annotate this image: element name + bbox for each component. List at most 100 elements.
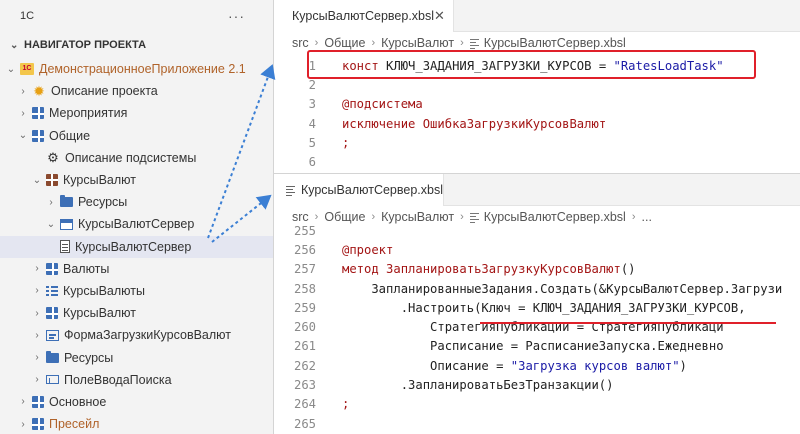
- line-number: 4: [308, 116, 316, 131]
- code-text: .ЗапланироватьБезТранзакции(): [316, 378, 614, 392]
- line-number: 262: [293, 358, 316, 373]
- breadcrumb-item[interactable]: КурсыВалютСервер.xbsl: [484, 36, 626, 50]
- tree-item-currencies[interactable]: › Валюты: [0, 258, 273, 280]
- chevron-right-icon[interactable]: ›: [16, 396, 30, 407]
- tree-item-events[interactable]: › Мероприятия: [0, 102, 273, 124]
- code-line[interactable]: 259 .Настроить(Ключ = КЛЮЧ_ЗАДАНИЯ_ЗАГРУ…: [274, 298, 800, 317]
- sidebar-title: 1С: [20, 10, 35, 22]
- code-line[interactable]: 4 исключение ОшибкаЗагрузкиКурсовВалют: [274, 114, 800, 133]
- breadcrumb-item[interactable]: КурсыВалют: [381, 36, 454, 50]
- close-icon[interactable]: ✕: [434, 8, 445, 24]
- tree-item-presale[interactable]: › Пресейл: [0, 413, 273, 434]
- tree-item-currency-rates-2[interactable]: › КурсыВалют: [0, 302, 273, 324]
- tab-label: КурсыВалютСервер.xbsl: [292, 9, 435, 23]
- tab-server-file[interactable]: КурсыВалютСервер.xbsl ✕: [274, 0, 454, 32]
- code-token: метод: [342, 262, 387, 277]
- chevron-right-icon[interactable]: ›: [44, 197, 58, 208]
- code-text: исключение ОшибкаЗагрузкиКурсовВалют: [316, 117, 606, 131]
- line-number: 265: [293, 416, 316, 431]
- chevron-right-icon[interactable]: ›: [30, 374, 44, 385]
- enum-icon: [46, 284, 58, 297]
- code-line[interactable]: 265: [274, 414, 800, 433]
- tab-server-file[interactable]: КурсыВалютСервер.xbsl: [274, 174, 444, 206]
- grid-icon: [32, 418, 44, 431]
- tree-item-project-description[interactable]: › ✹ Описание проекта: [0, 80, 273, 102]
- code-token: ЗапланированныеЗадания.Создать(&КурсыВал…: [342, 281, 783, 296]
- code-line[interactable]: 5;: [274, 133, 800, 152]
- tree-item-label: Описание проекта: [51, 84, 158, 99]
- more-actions-icon[interactable]: ···: [228, 8, 245, 24]
- tree-item-currency-rate-enum[interactable]: › КурсыВалюты: [0, 280, 273, 302]
- code-token: .ЗапланироватьБезТранзакции(): [342, 378, 614, 393]
- code-text: Расписание = РасписаниеЗапуска.Ежедневно: [316, 339, 724, 353]
- grid-icon: [46, 174, 58, 187]
- code-token: Описание =: [342, 358, 511, 373]
- tree-item-resources[interactable]: › Ресурсы: [0, 191, 273, 213]
- chevron-right-icon[interactable]: ›: [16, 86, 30, 97]
- code-line[interactable]: 258 ЗапланированныеЗадания.Создать(&Курс…: [274, 279, 800, 298]
- chevron-down-icon[interactable]: ⌄: [16, 130, 30, 141]
- tree-item-common[interactable]: ⌄ Общие: [0, 125, 273, 147]
- code-text: @проект: [316, 243, 393, 257]
- line-number: 5: [308, 135, 316, 150]
- chevron-down-icon[interactable]: ⌄: [30, 175, 44, 186]
- chevron-right-icon[interactable]: ›: [30, 330, 44, 341]
- chevron-right-icon[interactable]: ›: [30, 263, 44, 274]
- tree-item-project[interactable]: ⌄ 1С ДемонстрационноеПриложение 2.1: [0, 58, 273, 80]
- navigator-section-header[interactable]: ⌄ НАВИГАТОР ПРОЕКТА: [0, 32, 273, 58]
- chevron-right-icon[interactable]: ›: [30, 285, 44, 296]
- code-line[interactable]: 256 @проект: [274, 240, 800, 259]
- tree-item-main[interactable]: › Основное: [0, 391, 273, 413]
- chevron-right-icon[interactable]: ›: [30, 352, 44, 363]
- folder-icon: [60, 195, 73, 208]
- line-number: 264: [293, 397, 316, 412]
- code-token: (): [620, 262, 636, 277]
- code-line[interactable]: 260 СтратегияПубликации = СтратегияПубли…: [274, 317, 800, 336]
- code-line[interactable]: 3 @подсистема: [274, 95, 800, 114]
- form-icon: [46, 329, 59, 341]
- sidebar-header: 1С ···: [0, 0, 273, 32]
- module-icon: [60, 218, 73, 230]
- code-line[interactable]: 261 Расписание = РасписаниеЗапуска.Ежедн…: [274, 337, 800, 356]
- chevron-right-icon: ›: [314, 37, 319, 49]
- file-icon: [286, 184, 295, 196]
- tree-item-currency-rates[interactable]: ⌄ КурсыВалют: [0, 169, 273, 191]
- tree-item-server-module[interactable]: ⌄ КурсыВалютСервер: [0, 213, 273, 235]
- line-number: 2: [308, 77, 316, 92]
- breadcrumb-item[interactable]: Общие: [324, 36, 365, 50]
- chevron-right-icon: ›: [371, 37, 376, 49]
- tree-item-label: ФормаЗагрузкиКурсовВалют: [64, 328, 231, 343]
- code-line[interactable]: 262 Описание = "Загрузка курсов валют"): [274, 356, 800, 375]
- code-line[interactable]: 255: [274, 221, 800, 240]
- chevron-down-icon[interactable]: ⌄: [44, 219, 58, 230]
- code-line[interactable]: 6: [274, 152, 800, 171]
- code-line[interactable]: 264;: [274, 395, 800, 414]
- code-token: ОшибкаЗагрузкиКурсовВалют: [422, 116, 607, 131]
- tree-item-resources-root[interactable]: › Ресурсы: [0, 346, 273, 368]
- code-editor[interactable]: 255 256 @проект 257 метод ЗапланироватьЗагру…: [274, 221, 800, 433]
- code-line[interactable]: 263 .ЗапланироватьБезТранзакции(): [274, 375, 800, 394]
- tree-item-label: Описание подсистемы: [65, 150, 197, 165]
- tree-item-label: ПолеВводаПоиска: [64, 372, 172, 387]
- tree-item-search-field[interactable]: › ПолеВводаПоиска: [0, 369, 273, 391]
- line-number: 260: [293, 320, 316, 335]
- breadcrumb-item[interactable]: src: [292, 36, 309, 50]
- tree-item-server-file[interactable]: КурсыВалютСервер: [0, 235, 273, 258]
- tree-item-subsystem-description[interactable]: ⚙ Описание подсистемы: [0, 147, 273, 169]
- chevron-down-icon[interactable]: ⌄: [4, 64, 18, 75]
- file-icon: [60, 240, 70, 254]
- project-1c-icon: 1С: [20, 63, 34, 76]
- tree-item-load-form[interactable]: › ФормаЗагрузкиКурсовВалют: [0, 324, 273, 346]
- line-number: 6: [308, 155, 316, 170]
- tree-item-label: Валюты: [63, 261, 110, 276]
- tree-item-label: КурсыВалют: [63, 306, 136, 321]
- code-line[interactable]: 257 метод ЗапланироватьЗагрузкуКурсовВалю…: [274, 260, 800, 279]
- tree-item-label: КурсыВалюты: [63, 283, 145, 298]
- line-number: 263: [293, 378, 316, 393]
- line-number: 3: [308, 97, 316, 112]
- code-token: исключение: [342, 116, 423, 131]
- editor-pane-top: КурсыВалютСервер.xbsl ✕ src › Общие › Курс…: [274, 0, 800, 173]
- chevron-right-icon[interactable]: ›: [16, 108, 30, 119]
- chevron-right-icon[interactable]: ›: [30, 308, 44, 319]
- chevron-right-icon[interactable]: ›: [16, 419, 30, 430]
